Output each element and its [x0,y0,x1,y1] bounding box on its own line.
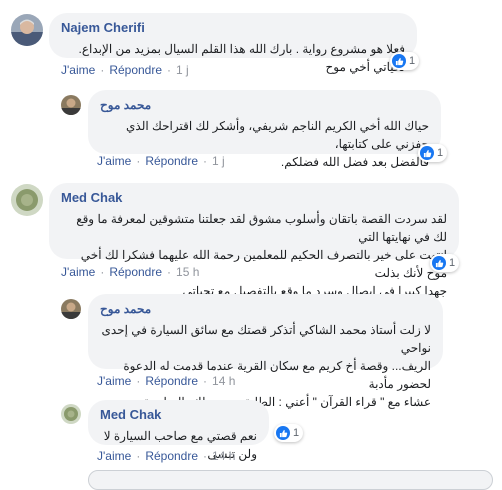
like-link[interactable]: J'aime [61,63,95,77]
comment-author[interactable]: محمد موح [100,97,429,113]
comment-author[interactable]: Najem Cherifi [61,20,405,36]
reaction-count[interactable]: 1 [418,144,448,162]
comment-bubble: Med Chak نعم قصتي مع صاحب السيارة لا ولن… [88,400,269,461]
avatar[interactable] [11,14,43,46]
comment-text-line: حياك الله أخي الكريم الناجم شريفي، وأشكر… [126,119,429,151]
avatar[interactable] [61,404,81,424]
comment-actions: J'aime · Répondre · 14 h [97,374,236,388]
reaction-count[interactable]: 1 [430,254,460,272]
timestamp[interactable]: 15 h [176,265,199,279]
reply-link[interactable]: Répondre [145,374,198,388]
like-link[interactable]: J'aime [61,265,95,279]
reply-link[interactable]: Répondre [109,63,162,77]
like-reaction-icon [392,54,406,68]
like-link[interactable]: J'aime [97,449,131,463]
like-reaction-icon [420,146,434,160]
like-reaction-icon [432,256,446,270]
reaction-number: 1 [437,147,444,159]
comment-bubble: محمد موح لا زلت أستاذ محمد الشاكي أتذكر … [88,294,443,409]
reaction-count[interactable]: 1 [390,52,420,70]
reply-input[interactable] [88,470,493,490]
comment-actions: J'aime · Répondre · 1 j [97,154,225,168]
timestamp[interactable]: 1 j [176,63,189,77]
comment-text-line: لقد سردت القصة باتقان وأسلوب مشوق لقد جع… [76,212,447,244]
avatar[interactable] [11,184,43,216]
reaction-number: 1 [449,257,456,269]
comment-bubble: محمد موح حياك الله أخي الكريم الناجم شري… [88,90,441,169]
timestamp[interactable]: 1 j [212,154,225,168]
comment-author[interactable]: Med Chak [100,407,257,423]
comment-author[interactable]: Med Chak [61,190,447,206]
reply-link[interactable]: Répondre [109,265,162,279]
like-reaction-icon [276,426,290,440]
comment-bubble: Med Chak لقد سردت القصة باتقان وأسلوب مش… [49,183,459,298]
timestamp[interactable]: 14 h [212,374,235,388]
like-link[interactable]: J'aime [97,154,131,168]
comment-bubble: Najem Cherifi فعلا هو مشروع رواية . بارك… [49,13,417,74]
comment-actions: J'aime · Répondre · 15 h [61,265,200,279]
avatar[interactable] [61,95,81,115]
reaction-number: 1 [293,427,300,439]
timestamp[interactable]: 14 h [212,449,235,463]
reaction-number: 1 [409,55,416,67]
comment-actions: J'aime · Répondre · 14 h [97,449,236,463]
avatar[interactable] [61,299,81,319]
comment-actions: J'aime · Répondre · 1 j [61,63,189,77]
reply-link[interactable]: Répondre [145,154,198,168]
reaction-count[interactable]: 1 [274,424,304,442]
comment-text-line: لا زلت أستاذ محمد الشاكي أتذكر قصتك مع س… [101,323,431,355]
comment-author[interactable]: محمد موح [100,301,431,317]
reply-link[interactable]: Répondre [145,449,198,463]
like-link[interactable]: J'aime [97,374,131,388]
